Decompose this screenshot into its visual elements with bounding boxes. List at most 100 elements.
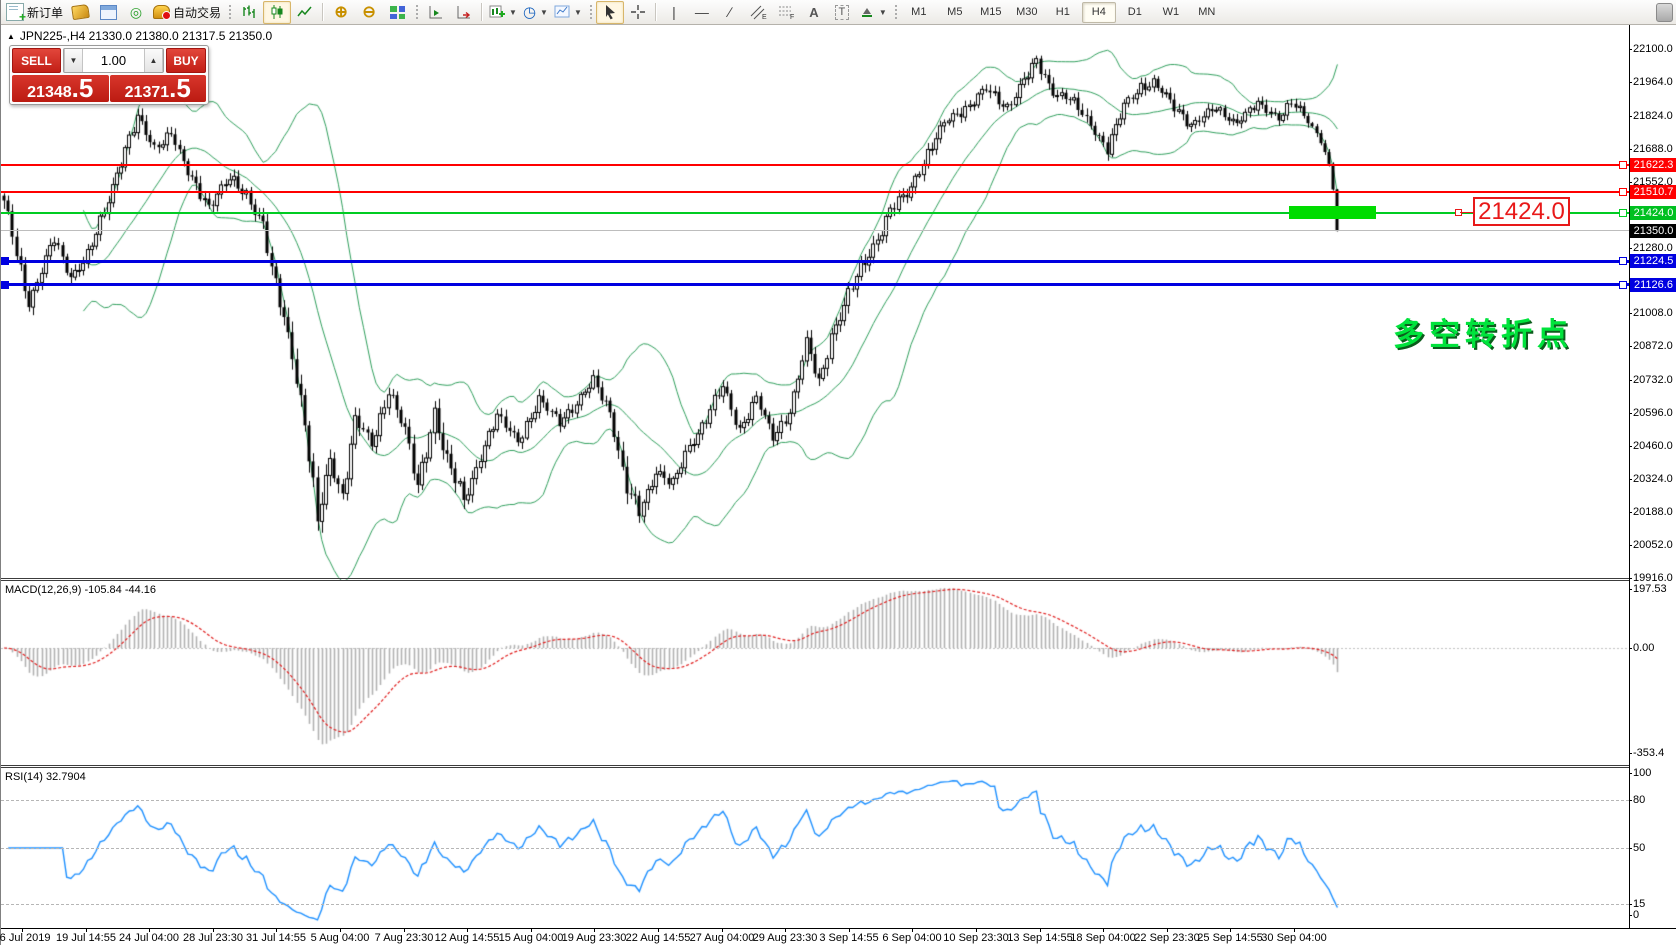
price-line-label: 21510.7 — [1630, 185, 1676, 199]
support-line-1-handle[interactable] — [1619, 257, 1627, 265]
timeframe-d1-button[interactable]: D1 — [1118, 2, 1152, 23]
chevron-down-icon[interactable]: ▼ — [540, 8, 548, 17]
date-label: 12 Aug 14:55 — [435, 932, 500, 944]
fibonacci-button[interactable]: F — [772, 1, 800, 24]
support-line-1-left-handle[interactable] — [1, 257, 9, 265]
date-label: 18 Sep 04:00 — [1070, 932, 1135, 944]
price-axis[interactable]: 22100.021964.021824.021688.021552.021280… — [1629, 25, 1676, 928]
price-tick-label: 20052.0 — [1633, 539, 1673, 551]
equidistant-channel-button[interactable]: E — [744, 1, 772, 24]
support-line-2[interactable] — [1, 283, 1629, 286]
buy-button[interactable]: BUY — [166, 48, 206, 73]
volume-decrease-button[interactable]: ▼ — [64, 49, 83, 72]
text-label-button[interactable]: T — [828, 1, 856, 24]
pivot-line[interactable] — [1, 212, 1629, 214]
price-pane-canvas[interactable] — [1, 26, 1629, 580]
toolbar-grip[interactable] — [588, 3, 593, 21]
auto-trading-button[interactable]: 自动交易 — [150, 1, 224, 24]
toolbar-grip[interactable] — [414, 3, 419, 21]
support-line-1[interactable] — [1, 260, 1629, 263]
auto-scroll-button[interactable] — [450, 1, 478, 24]
timeframe-w1-button[interactable]: W1 — [1154, 2, 1188, 23]
timeframe-mn-button[interactable]: MN — [1190, 2, 1224, 23]
zoom-out-icon: ⊖ — [362, 5, 375, 20]
sell-button[interactable]: SELL — [12, 48, 61, 73]
date-label: 3 Sep 14:55 — [819, 932, 878, 944]
toolbar-grip[interactable] — [893, 3, 898, 21]
zoom-out-button[interactable]: ⊖ — [355, 1, 383, 24]
trendline-button[interactable]: ∕ — [716, 1, 744, 24]
date-label: 24 Jul 04:00 — [119, 932, 179, 944]
new-order-button[interactable]: +新订单 — [3, 1, 66, 24]
timeframe-m15-button[interactable]: M15 — [974, 2, 1008, 23]
date-axis[interactable]: 16 Jul 201919 Jul 14:5524 Jul 04:0028 Ju… — [1, 928, 1676, 945]
price-line-label: 21224.5 — [1630, 254, 1676, 268]
tile-windows-button[interactable] — [383, 1, 411, 24]
volume-increase-button[interactable]: ▲ — [144, 49, 163, 72]
timeframe-m5-button[interactable]: M5 — [938, 2, 972, 23]
pane-separator[interactable] — [1, 765, 1676, 766]
current-price-line[interactable] — [1, 230, 1629, 231]
one-click-trading-panel: SELL ▼ 1.00 ▲ BUY 21348.5 21371.5 — [9, 45, 209, 105]
price-tick-label: 21280.0 — [1633, 242, 1673, 254]
market-watch-button[interactable] — [66, 1, 94, 24]
autotrade-icon — [153, 5, 170, 19]
chevron-down-icon[interactable]: ▼ — [879, 8, 887, 17]
support-line-2-left-handle[interactable] — [1, 281, 9, 289]
price-callout-box[interactable]: 21424.0 — [1473, 197, 1570, 226]
resistance-line-2-handle[interactable] — [1619, 188, 1627, 196]
tiles-icon — [390, 6, 405, 19]
data-window-button[interactable] — [94, 1, 122, 24]
crosshair-button[interactable] — [624, 1, 652, 24]
resistance-line-1[interactable] — [1, 164, 1629, 166]
cursor-button[interactable] — [596, 1, 624, 24]
collapse-arrow-icon[interactable]: ▲ — [7, 32, 15, 41]
timeframe-m1-button[interactable]: M1 — [902, 2, 936, 23]
date-label: 27 Aug 04:00 — [690, 932, 755, 944]
toolbar-grip[interactable] — [227, 3, 232, 21]
timeframe-h4-button[interactable]: H4 — [1082, 2, 1116, 23]
data-window-icon — [100, 5, 117, 20]
toolbar-button-label: 自动交易 — [173, 4, 221, 21]
toolbar-separator — [655, 3, 657, 21]
highlight-rectangle[interactable] — [1289, 206, 1376, 219]
pane-separator[interactable] — [1, 578, 1676, 579]
support-line-2-handle[interactable] — [1619, 281, 1627, 289]
buy-price[interactable]: 21371.5 — [110, 75, 207, 102]
zoom-in-button[interactable]: ⊕ — [327, 1, 355, 24]
annotation-text[interactable]: 多空转折点 — [1393, 309, 1573, 354]
price-line-label: 21126.6 — [1630, 278, 1676, 292]
line-chart-button[interactable] — [291, 1, 319, 24]
price-tick-label: 20188.0 — [1633, 506, 1673, 518]
volume-input[interactable]: 1.00 — [83, 49, 144, 72]
chart-shift-button[interactable] — [422, 1, 450, 24]
chart-title-text: JPN225-,H4 21330.0 21380.0 21317.5 21350… — [20, 29, 272, 43]
resistance-line-1-handle[interactable] — [1619, 161, 1627, 169]
new-chart-button[interactable]: ▼ — [486, 1, 520, 24]
date-label: 15 Aug 04:00 — [499, 932, 564, 944]
signals-button[interactable]: ◎ — [122, 1, 150, 24]
candlestick-chart-button[interactable] — [263, 1, 291, 24]
pivot-line-handle[interactable] — [1619, 209, 1627, 217]
arrows-button[interactable]: ▼ — [856, 1, 890, 24]
callout-leader-line — [1460, 212, 1473, 213]
toolbar-overflow-handle[interactable] — [1656, 3, 1673, 22]
timeframe-m30-button[interactable]: M30 — [1010, 2, 1044, 23]
shapes-icon — [859, 4, 875, 20]
templates-button[interactable]: ▼ — [551, 1, 585, 24]
vertical-line-button[interactable]: | — [660, 1, 688, 24]
price-tick-label: 20596.0 — [1633, 407, 1673, 419]
macd-pane-canvas[interactable] — [1, 581, 1629, 765]
horizontal-line-button[interactable]: — — [688, 1, 716, 24]
price-line-label: 21350.0 — [1630, 224, 1676, 238]
bar-chart-button[interactable] — [235, 1, 263, 24]
macd-axis-label: 0.00 — [1633, 642, 1654, 654]
chevron-down-icon[interactable]: ▼ — [574, 8, 582, 17]
resistance-line-2[interactable] — [1, 191, 1629, 193]
timeframe-h1-button[interactable]: H1 — [1046, 2, 1080, 23]
text-button[interactable]: A — [800, 1, 828, 24]
periods-button[interactable]: ◷▼ — [520, 1, 551, 24]
chevron-down-icon[interactable]: ▼ — [509, 8, 517, 17]
date-label: 19 Jul 14:55 — [56, 932, 116, 944]
sell-price[interactable]: 21348.5 — [12, 75, 109, 102]
